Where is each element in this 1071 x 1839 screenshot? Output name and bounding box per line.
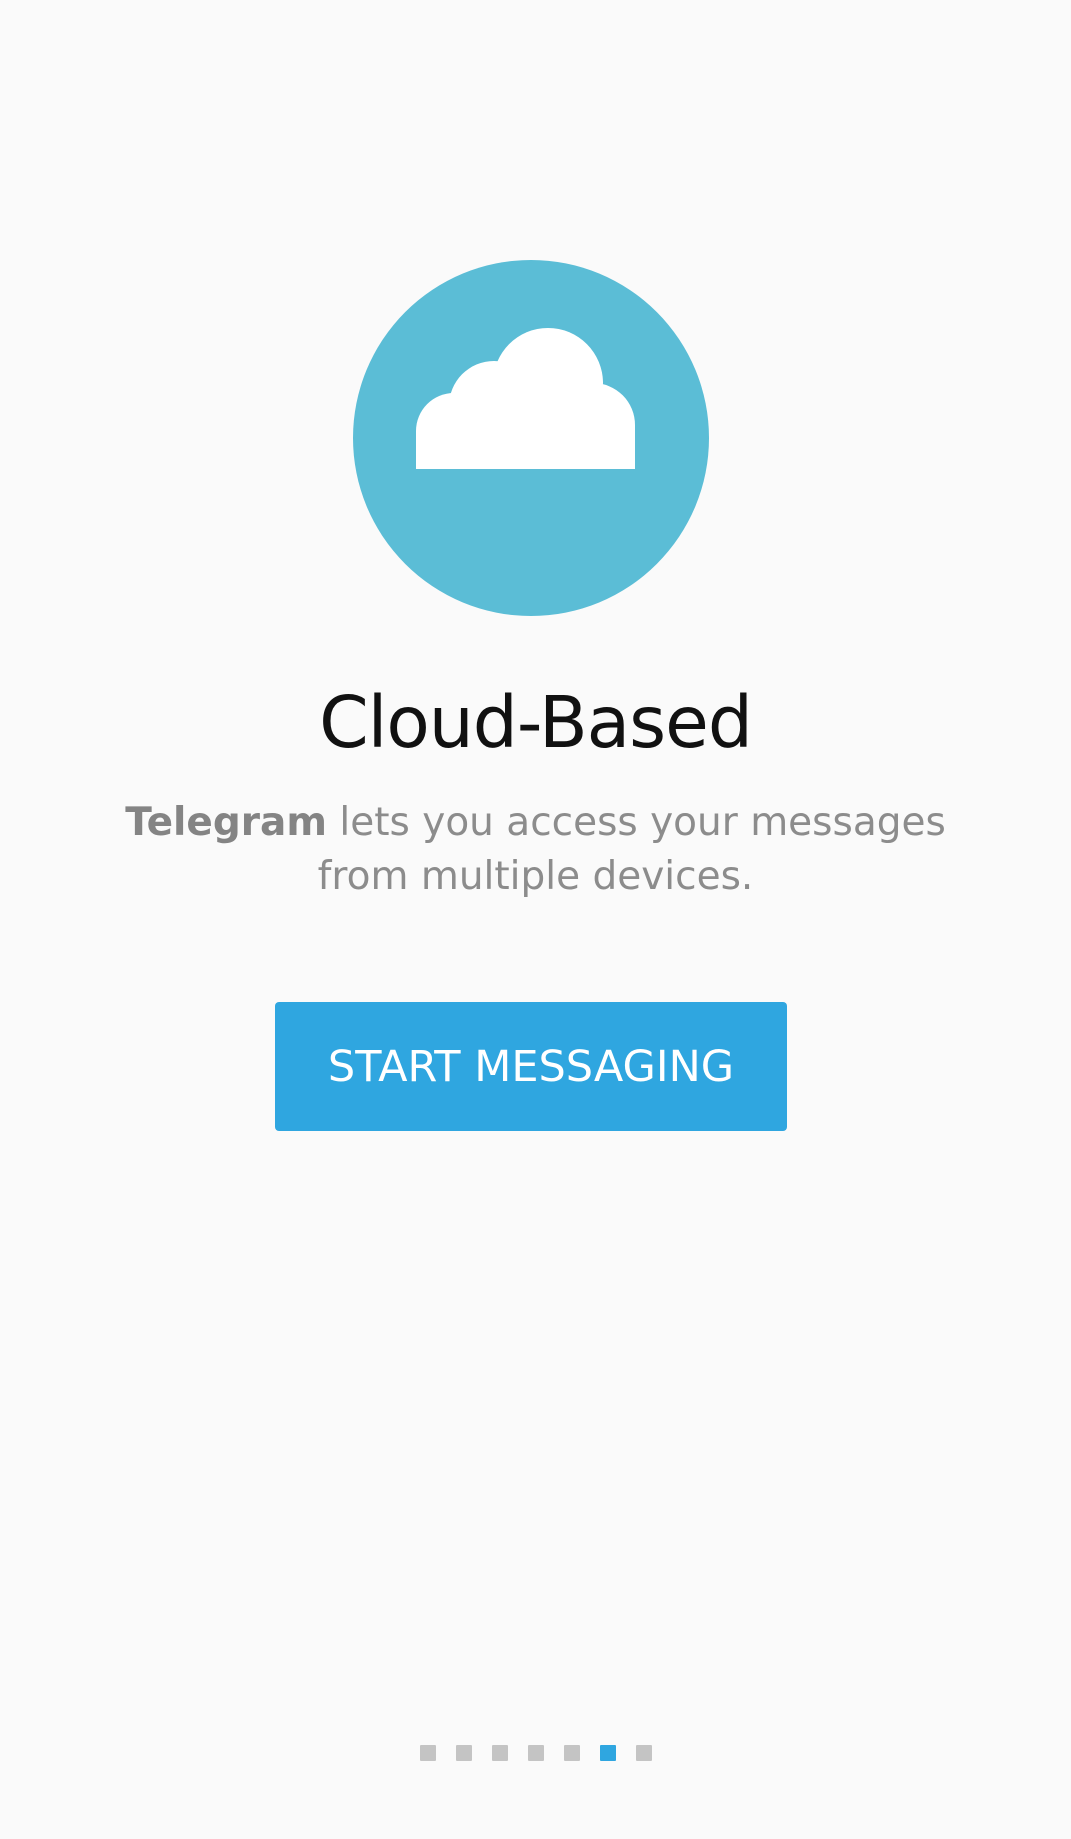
- start-messaging-button[interactable]: START MESSAGING: [275, 1002, 787, 1131]
- page-dot: [635, 1745, 652, 1761]
- hero-circle: [353, 260, 709, 616]
- intro-description: Telegram lets you access your messages f…: [110, 796, 961, 904]
- page-dot-active: [599, 1745, 616, 1761]
- page-dot: [491, 1745, 508, 1761]
- start-messaging-button-label: START MESSAGING: [327, 1041, 735, 1092]
- description-text: lets you access your messages from multi…: [317, 800, 946, 899]
- cloud-icon: [416, 328, 635, 469]
- page-dot: [419, 1745, 436, 1761]
- page-dot: [527, 1745, 544, 1761]
- page-dot: [563, 1745, 580, 1761]
- page-title: Cloud-Based: [319, 681, 753, 764]
- page-dot: [455, 1745, 472, 1761]
- brand-name: Telegram: [125, 800, 327, 845]
- intro-screen: Cloud-Based Telegram lets you access you…: [0, 0, 1071, 1839]
- page-indicator: [0, 1745, 1071, 1761]
